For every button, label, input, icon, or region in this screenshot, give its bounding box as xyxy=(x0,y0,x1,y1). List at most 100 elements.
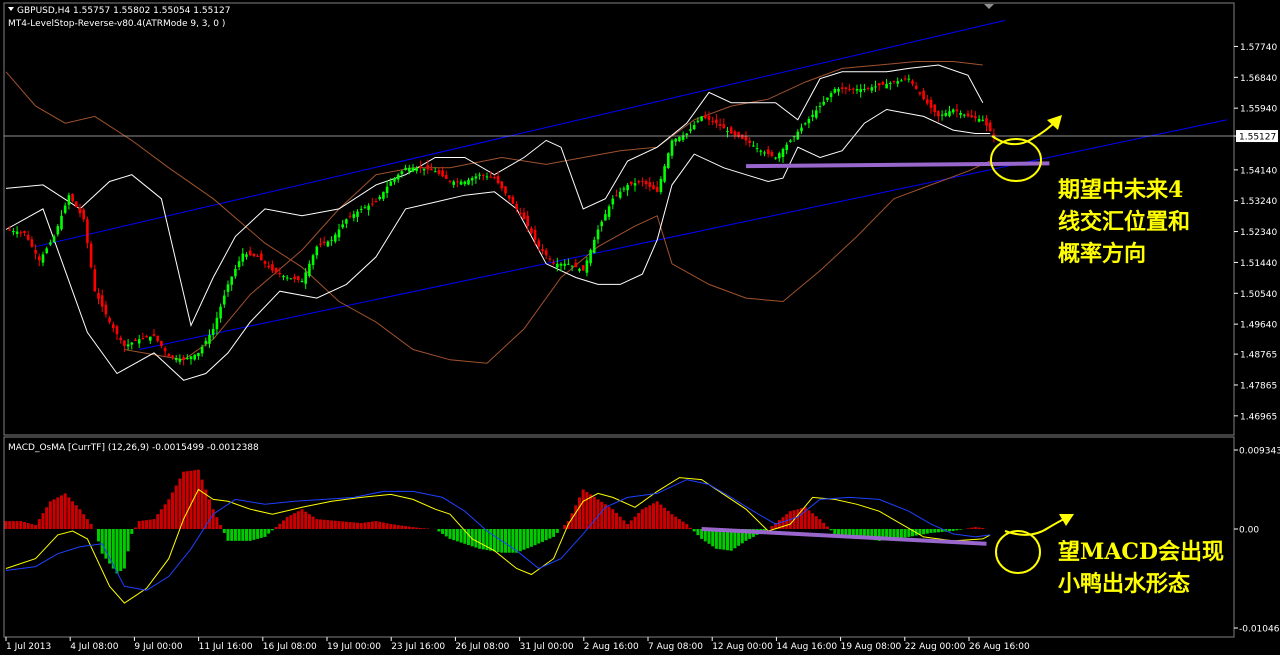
bear-candle xyxy=(892,81,896,83)
macd-bar-negative xyxy=(833,529,837,534)
bear-candle xyxy=(274,268,278,273)
bull-candle xyxy=(300,280,304,283)
bear-candle xyxy=(297,276,300,281)
macd-bar-positive xyxy=(422,528,426,529)
bull-candle xyxy=(837,88,840,92)
bull-candle xyxy=(689,129,692,131)
bull-candle xyxy=(755,148,759,150)
macd-bar-positive xyxy=(200,479,204,529)
bear-candle xyxy=(574,262,578,268)
macd-bar-negative xyxy=(270,529,274,531)
bear-candle xyxy=(293,276,296,280)
bull-candle xyxy=(726,130,729,132)
bull-candle xyxy=(474,176,478,179)
bull-candle xyxy=(56,226,60,235)
bear-candle xyxy=(515,203,518,209)
bull-candle xyxy=(585,260,589,273)
bear-candle xyxy=(652,185,655,190)
macd-bar-negative xyxy=(837,529,840,535)
bear-candle xyxy=(918,92,922,95)
macd-bar-positive xyxy=(807,510,811,529)
bull-candle xyxy=(752,145,755,147)
bull-candle xyxy=(618,191,622,198)
macd-bar-negative xyxy=(504,529,507,553)
bull-candle xyxy=(345,219,348,224)
macd-bar-negative xyxy=(474,529,478,548)
bull-candle xyxy=(60,215,63,230)
bull-candle xyxy=(833,88,837,93)
bull-candle xyxy=(389,181,393,186)
bull-candle xyxy=(470,178,474,181)
macd-header: MACD_OsMA [CurrTF] (12,26,9) -0.0015499 … xyxy=(8,443,259,453)
macd-bar-positive xyxy=(341,521,345,529)
macd-bar-positive xyxy=(404,526,408,529)
time-tick-label: 7 Aug 08:00 xyxy=(648,642,703,652)
bollinger-upper-line xyxy=(5,64,984,328)
bull-candle xyxy=(359,208,363,210)
bull-candle xyxy=(981,119,985,121)
bear-candle xyxy=(30,239,34,247)
bear-candle xyxy=(922,90,925,100)
macd-bar-positive xyxy=(285,517,289,529)
macd-bar-positive xyxy=(163,504,167,529)
macd-bar-positive xyxy=(300,509,304,529)
macd-bar-negative xyxy=(933,529,937,533)
bull-candle xyxy=(478,174,481,176)
macd-bar-negative xyxy=(252,529,256,540)
macd-annotation: 望MACD会出现 小鸭出水形态 xyxy=(995,514,1224,597)
bull-candle xyxy=(685,133,689,136)
macd-bar-positive xyxy=(311,516,315,529)
macd-bar-positive xyxy=(374,521,378,529)
bear-candle xyxy=(271,264,274,271)
bear-candle xyxy=(108,317,111,323)
bear-candle xyxy=(544,250,548,256)
bull-candle xyxy=(130,342,134,345)
bear-candle xyxy=(119,337,122,341)
bear-candle xyxy=(104,304,108,315)
bear-candle xyxy=(881,81,885,85)
price-tick-label: 1.50540 xyxy=(1240,290,1277,300)
bull-candle xyxy=(948,111,951,116)
macd-bar-positive xyxy=(574,505,578,529)
bull-candle xyxy=(607,206,611,217)
macd-note-line-2: 小鸭出水形态 xyxy=(1058,571,1190,597)
macd-bar-negative xyxy=(518,529,522,552)
bull-candle xyxy=(400,171,404,175)
macd-bar-positive xyxy=(585,491,589,529)
time-tick-label: 9 Jul 00:00 xyxy=(134,642,183,652)
bear-candle xyxy=(115,326,119,335)
macd-bar-negative xyxy=(899,529,903,538)
bear-candle xyxy=(985,118,988,126)
bear-candle xyxy=(707,115,711,120)
macd-bar-positive xyxy=(23,522,26,529)
bear-candle xyxy=(866,88,870,90)
macd-bar-positive xyxy=(563,525,567,529)
macd-bar-positive xyxy=(330,520,334,529)
bull-candle xyxy=(223,295,226,305)
target-circle-price xyxy=(990,138,1042,182)
bear-candle xyxy=(507,195,511,199)
bear-candle xyxy=(134,339,137,341)
macd-bar-positive xyxy=(278,523,282,529)
macd-bar-positive xyxy=(89,524,93,529)
bull-candle xyxy=(763,152,766,154)
macd-bar-positive xyxy=(689,527,692,529)
bear-candle xyxy=(489,176,492,178)
macd-bar-negative xyxy=(126,529,130,552)
bull-candle xyxy=(626,184,629,191)
bull-candle xyxy=(234,268,237,277)
bear-candle xyxy=(437,170,441,174)
macd-bar-positive xyxy=(52,499,56,529)
ma-line xyxy=(5,71,991,364)
bear-candle xyxy=(141,338,145,340)
bull-candle xyxy=(337,229,341,238)
dropdown-arrow-icon[interactable] xyxy=(8,7,14,11)
macd-bar-negative xyxy=(840,529,844,535)
price-tick-label: 1.54140 xyxy=(1240,166,1277,176)
macd-bar-positive xyxy=(592,496,596,529)
bear-candle xyxy=(937,110,940,117)
time-tick-label: 19 Jul 00:00 xyxy=(327,642,381,652)
macd-bar-positive xyxy=(615,512,618,529)
bear-candle xyxy=(966,113,970,117)
bull-candle xyxy=(589,250,592,264)
